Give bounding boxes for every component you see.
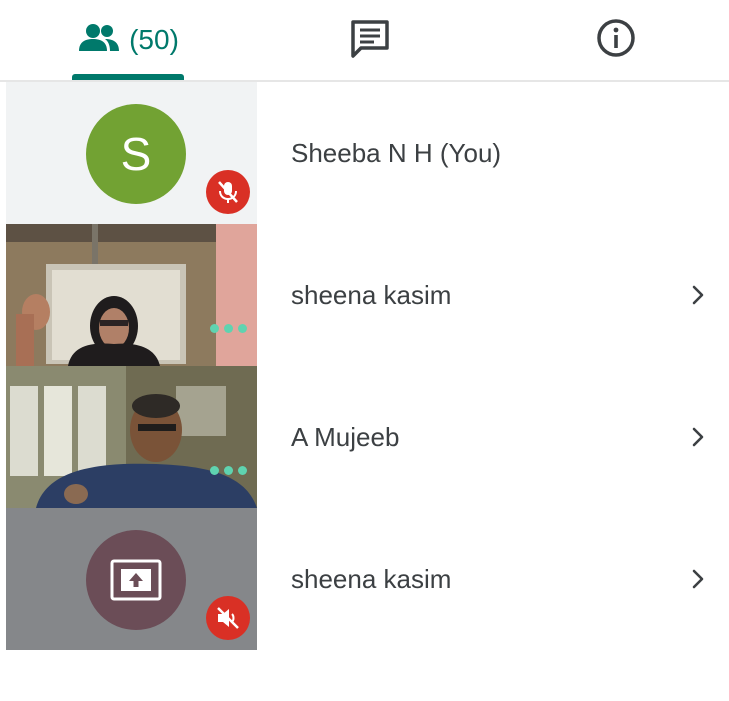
participant-name: A Mujeeb (291, 422, 400, 452)
tab-chat[interactable] (330, 0, 410, 80)
people-icon (77, 23, 121, 58)
chat-icon (349, 18, 391, 63)
chevron-right-icon[interactable] (686, 567, 710, 591)
participant-name: sheena kasim (291, 564, 452, 594)
participant-name: Sheeba N H (You) (291, 138, 502, 168)
avatar-letter: S (120, 128, 152, 180)
avatar: S (86, 104, 186, 204)
participants-tab-bar: (50) (0, 0, 729, 82)
speaking-dots-icon (210, 324, 247, 333)
volume-off-icon (206, 596, 250, 640)
participant-row[interactable]: A Mujeeb (0, 366, 729, 508)
participant-video (6, 366, 257, 508)
tab-info[interactable] (576, 0, 656, 80)
tab-people[interactable]: (50) (72, 0, 184, 80)
info-icon (596, 18, 636, 63)
present-screen-icon (86, 530, 186, 630)
participant-tile: S (6, 82, 257, 224)
video-frame (6, 366, 257, 508)
participant-row[interactable]: sheena kasim (0, 508, 729, 650)
participant-tile (6, 508, 257, 650)
participant-row[interactable]: sheena kasim (0, 224, 729, 366)
participant-video (6, 224, 257, 366)
chevron-right-icon[interactable] (686, 283, 710, 307)
participant-row[interactable]: S Sheeba N H (You) (0, 82, 729, 224)
speaking-dots-icon (210, 466, 247, 475)
mic-off-icon (206, 170, 250, 214)
participant-name: sheena kasim (291, 280, 452, 310)
participant-count: (50) (129, 24, 179, 55)
selected-tab-indicator (72, 74, 184, 80)
video-frame (6, 224, 257, 366)
chevron-right-icon[interactable] (686, 425, 710, 449)
